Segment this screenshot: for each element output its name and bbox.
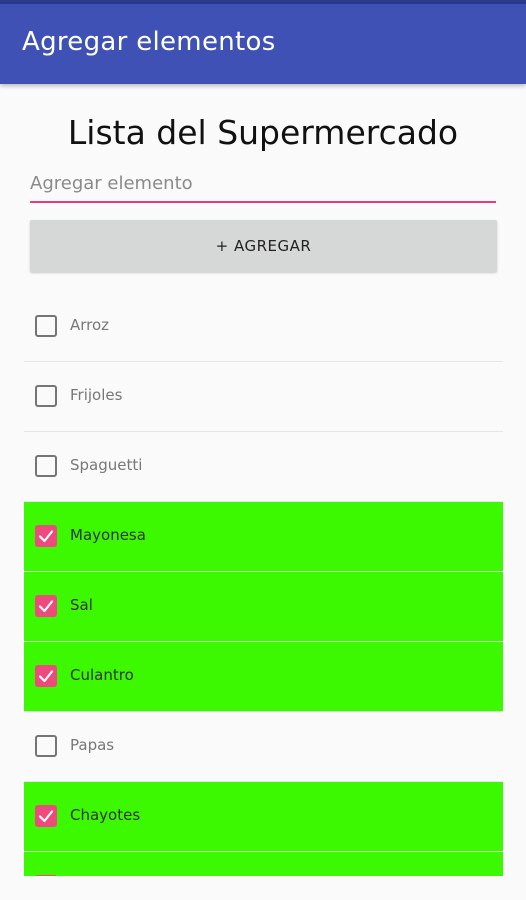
- check-icon: [38, 810, 54, 823]
- grocery-list[interactable]: Arroz Frijoles Spaguetti Mayonesa Sal Cu…: [24, 292, 503, 876]
- app-screen: Agregar elementos Lista del Supermercado…: [0, 0, 526, 900]
- list-item-label: Frijoles: [70, 386, 123, 404]
- list-item-label: Sal: [70, 596, 93, 614]
- checkbox[interactable]: [35, 665, 57, 687]
- list-item[interactable]: Sal: [24, 572, 503, 642]
- add-button[interactable]: + AGREGAR: [30, 220, 497, 272]
- list-item[interactable]: Papas: [24, 712, 503, 782]
- list-item-label: Culantro: [70, 666, 134, 684]
- checkbox[interactable]: [35, 805, 57, 827]
- checkbox[interactable]: [35, 455, 57, 477]
- checkbox[interactable]: [35, 735, 57, 757]
- list-item[interactable]: Spaguetti: [24, 432, 503, 502]
- list-item[interactable]: Frijoles: [24, 362, 503, 432]
- add-item-field[interactable]: [30, 168, 496, 203]
- checkbox[interactable]: [35, 875, 57, 876]
- list-item[interactable]: Mayonesa: [24, 502, 503, 572]
- list-item-label: Chayotes: [70, 806, 141, 824]
- check-icon: [38, 670, 54, 683]
- list-item[interactable]: Culantro: [24, 642, 503, 712]
- list-item-label: Arroz: [70, 316, 110, 334]
- checkbox[interactable]: [35, 385, 57, 407]
- add-item-input[interactable]: [30, 168, 496, 198]
- list-item-label: Mayonesa: [70, 526, 146, 544]
- app-bar: Agregar elementos: [0, 4, 526, 84]
- list-item[interactable]: Chayotes: [24, 782, 503, 852]
- app-bar-title: Agregar elementos: [22, 27, 276, 57]
- page-title: Lista del Supermercado: [67, 113, 459, 152]
- checkbox[interactable]: [35, 595, 57, 617]
- checkbox[interactable]: [35, 315, 57, 337]
- list-item[interactable]: [24, 852, 503, 876]
- check-icon: [38, 530, 54, 543]
- list-item-label: Papas: [70, 736, 115, 754]
- list-item-label: Spaguetti: [70, 456, 143, 474]
- check-icon: [38, 600, 54, 613]
- checkbox[interactable]: [35, 525, 57, 547]
- list-item[interactable]: Arroz: [24, 292, 503, 362]
